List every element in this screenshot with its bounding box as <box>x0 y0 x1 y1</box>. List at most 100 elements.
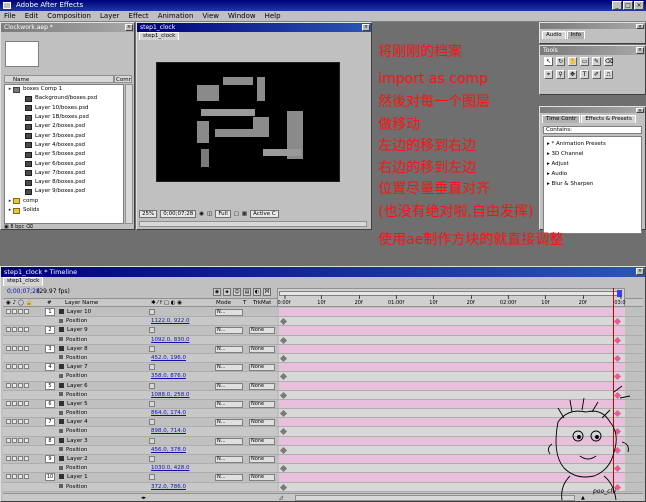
effects-category[interactable]: ▸ * Animation Presets <box>544 139 641 149</box>
folder-icon[interactable]: ▣ <box>4 224 9 230</box>
tab-timeline-comp[interactable]: step1_clock <box>3 277 44 286</box>
eye-icon[interactable] <box>6 382 11 388</box>
layer-name[interactable]: Layer 2 <box>59 455 88 463</box>
tab-comp[interactable]: step1_clock <box>139 32 180 40</box>
audio-icon[interactable] <box>12 437 17 443</box>
project-item[interactable]: ▸ Solids <box>5 206 123 215</box>
solo-icon[interactable] <box>18 382 23 388</box>
keyframe-icon[interactable] <box>613 318 622 326</box>
trkmat-select[interactable]: None <box>249 456 275 463</box>
timeline-zoom-slider[interactable] <box>295 495 575 501</box>
lock-icon[interactable] <box>24 400 29 406</box>
audio-icon[interactable] <box>12 474 17 480</box>
text-tool-icon[interactable]: T <box>580 70 589 79</box>
layer-name[interactable]: Layer 6 <box>59 382 88 390</box>
layer-mode-select[interactable]: N... <box>215 456 243 463</box>
project-item[interactable]: Layer 3/boxes.psd <box>5 131 123 140</box>
layer-name[interactable]: Layer 9 <box>59 326 88 334</box>
quality-switch-icon[interactable] <box>149 327 155 334</box>
eye-icon[interactable] <box>6 364 11 370</box>
audio-icon[interactable] <box>12 382 17 388</box>
layer-mode-select[interactable]: N... <box>215 364 243 372</box>
lock-icon[interactable] <box>24 437 29 443</box>
position-value[interactable]: 372.0, 786.0 <box>151 483 186 491</box>
solo-icon[interactable] <box>18 474 23 480</box>
project-item[interactable]: Layer 8/boxes.psd <box>5 178 123 187</box>
project-item[interactable]: Layer 2/boxes.psd <box>5 122 123 131</box>
column-trkmat[interactable]: TrkMat <box>253 299 271 308</box>
quality-switch-icon[interactable] <box>149 400 155 407</box>
keyframe-icon[interactable] <box>279 373 288 381</box>
snapshot-icon[interactable]: ◫ <box>207 209 212 219</box>
lock-icon[interactable] <box>24 382 29 388</box>
stamp-tool-icon[interactable]: ⎍ <box>604 70 613 79</box>
hand-tool-icon[interactable]: ✋ <box>568 57 577 66</box>
layer-name[interactable]: Layer 8 <box>59 345 88 353</box>
position-value[interactable]: 358.0, 876.0 <box>151 372 186 380</box>
resolution-select[interactable]: Full <box>215 210 231 218</box>
timeline-layer-row[interactable]: 2 Layer 9 N... None <box>3 326 643 336</box>
bit-depth[interactable]: 8 bpc <box>10 224 24 230</box>
keyframe-icon[interactable] <box>279 410 288 418</box>
position-value[interactable]: 1092.0, 830.0 <box>151 336 190 344</box>
box-layer[interactable] <box>257 77 265 101</box>
trkmat-select[interactable]: None <box>249 400 275 408</box>
solo-icon[interactable] <box>18 456 23 461</box>
solo-icon[interactable] <box>18 309 23 314</box>
keyframe-icon[interactable] <box>279 354 288 362</box>
motion-blur-icon[interactable]: ◐ <box>253 288 261 296</box>
project-item[interactable]: Layer 4/boxes.psd <box>5 141 123 150</box>
position-property-row[interactable]: Position 1092.0, 830.0 <box>3 335 643 345</box>
quality-switch-icon[interactable] <box>149 345 155 352</box>
camera-tool-icon[interactable]: ⌖ <box>544 70 553 79</box>
timeline-layer-row[interactable]: 1 Layer 10 N... <box>3 308 643 318</box>
menu-item-help[interactable]: Help <box>265 11 281 21</box>
trkmat-select[interactable]: None <box>249 345 275 353</box>
layer-duration-bar[interactable] <box>279 308 625 317</box>
trash-icon[interactable]: ⌫ <box>26 224 33 230</box>
close-icon[interactable]: × <box>636 24 644 30</box>
menu-item-layer[interactable]: Layer <box>100 11 120 21</box>
brush-tool-icon[interactable]: ✐ <box>592 70 601 79</box>
live-update-icon[interactable]: ◉ <box>213 288 221 296</box>
zoom-tool-icon[interactable]: ⚲ <box>556 70 565 79</box>
eye-icon[interactable] <box>6 474 11 480</box>
project-item[interactable]: Layer 5/boxes.psd <box>5 150 123 159</box>
keyframe-icon[interactable] <box>279 336 288 344</box>
position-property-row[interactable]: Position 1122.0, 922.0 <box>3 317 643 327</box>
comp-canvas[interactable] <box>156 62 340 182</box>
quality-switch-icon[interactable] <box>149 309 155 315</box>
effects-category[interactable]: ▸ 3D Channel <box>544 149 641 159</box>
timeline-layer-row[interactable]: 4 Layer 7 N... None <box>3 363 643 373</box>
position-value[interactable]: 1088.0, 258.0 <box>151 391 190 399</box>
trkmat-select[interactable]: None <box>249 419 275 427</box>
layer-mode-select[interactable]: N... <box>215 400 243 408</box>
eye-icon[interactable] <box>6 456 11 461</box>
menu-item-animation[interactable]: Animation <box>158 11 194 21</box>
close-icon[interactable]: × <box>636 268 644 275</box>
viewer-scrollbar[interactable] <box>139 221 367 227</box>
audio-icon[interactable] <box>12 400 17 406</box>
layer-mode-select[interactable]: N... <box>215 327 243 335</box>
roi-icon[interactable]: ▢ <box>234 209 239 219</box>
contains-search-field[interactable]: Contains: <box>543 126 642 134</box>
lock-icon[interactable] <box>24 419 29 425</box>
menu-item-effect[interactable]: Effect <box>129 11 149 21</box>
box-layer[interactable] <box>197 121 209 143</box>
box-layer[interactable] <box>253 117 269 137</box>
timeline-layer-row[interactable]: 3 Layer 8 N... None <box>3 344 643 354</box>
eye-icon[interactable] <box>6 419 11 425</box>
box-layer[interactable] <box>263 149 301 156</box>
solo-icon[interactable] <box>18 364 23 370</box>
layer-duration-bar[interactable] <box>279 363 625 372</box>
lock-icon[interactable] <box>24 474 29 480</box>
layer-name[interactable]: Layer 3 <box>59 437 88 445</box>
keyframe-icon[interactable] <box>279 465 288 473</box>
menu-item-file[interactable]: File <box>4 11 16 21</box>
quality-switch-icon[interactable] <box>149 474 155 481</box>
eye-icon[interactable] <box>6 345 11 351</box>
quality-switch-icon[interactable] <box>149 437 155 444</box>
zoom-out-icon[interactable]: ◿ <box>279 494 283 502</box>
expand-icon[interactable]: ◂▸ <box>141 494 146 502</box>
keyframe-icon[interactable] <box>279 446 288 454</box>
